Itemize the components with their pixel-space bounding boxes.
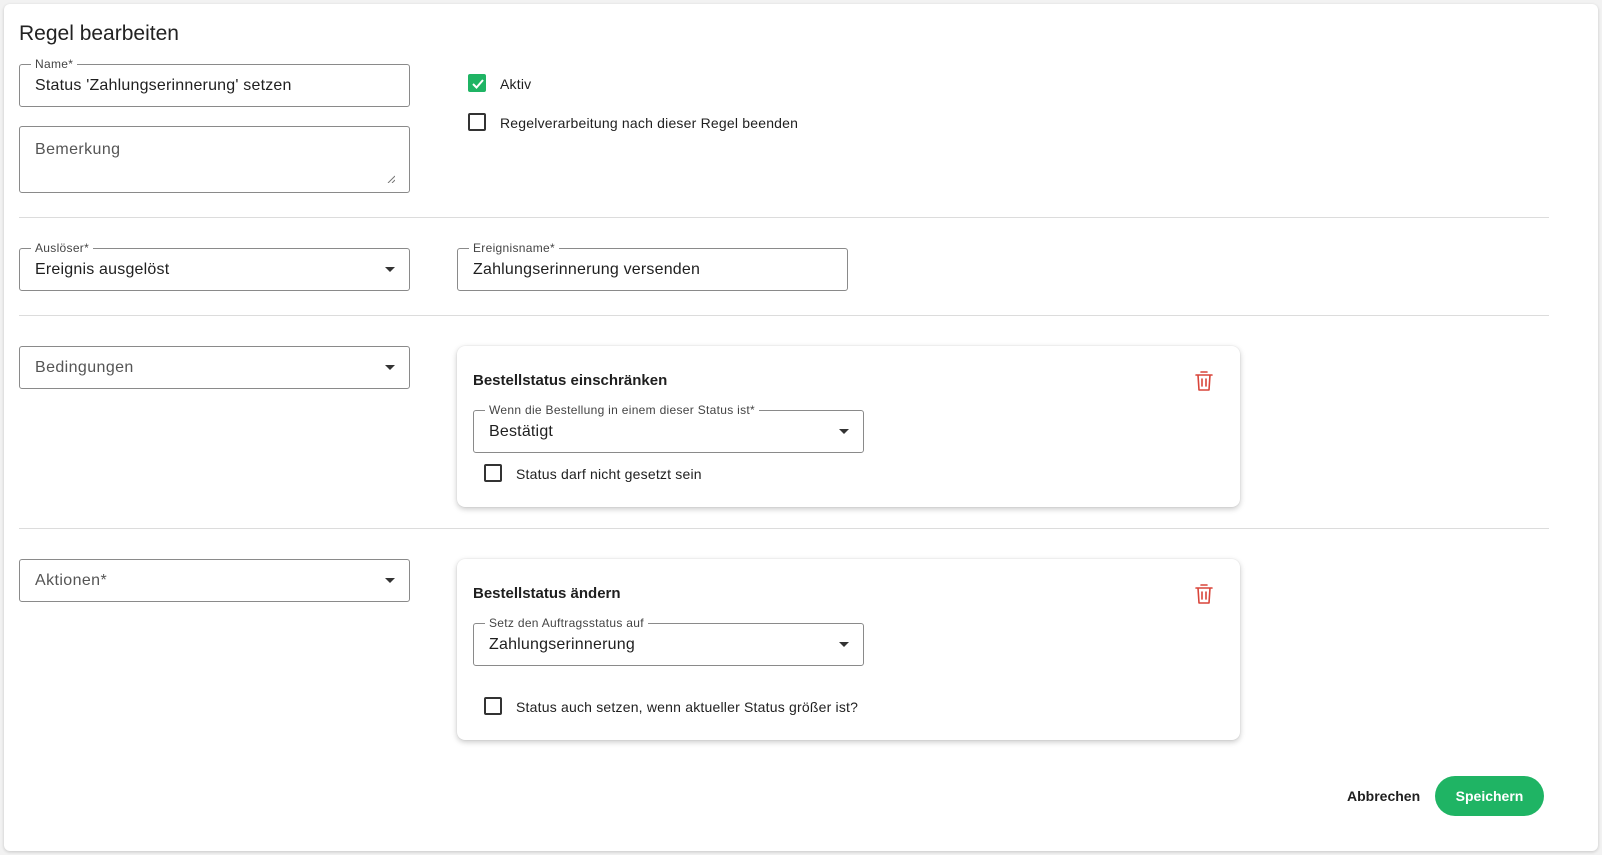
active-label: Aktiv	[500, 76, 532, 92]
trigger-select[interactable]: Auslöser* Ereignis ausgelöst	[19, 241, 410, 291]
trash-icon[interactable]	[1194, 370, 1214, 392]
actions-placeholder: Aktionen*	[35, 571, 108, 589]
name-field[interactable]: Name* Status 'Zahlungserinnerung' setzen	[19, 57, 410, 107]
chevron-down-icon	[385, 266, 395, 272]
condition-status-label: Wenn die Bestellung in einem dieser Stat…	[485, 403, 760, 417]
chevron-down-icon	[839, 428, 849, 434]
chevron-down-icon	[839, 641, 849, 647]
resize-grip-icon[interactable]	[387, 175, 395, 183]
chevron-down-icon	[385, 577, 395, 583]
dialog-title: Regel bearbeiten	[19, 22, 179, 45]
force-status-label: Status auch setzen, wenn aktueller Statu…	[516, 699, 859, 715]
stop-processing-checkbox[interactable]	[468, 113, 486, 131]
negate-status-label: Status darf nicht gesetzt sein	[516, 466, 702, 482]
conditions-select[interactable]: Bedingungen	[19, 346, 410, 389]
action-status-select[interactable]: Setz den Auftragsstatus auf Zahlungserin…	[473, 616, 864, 666]
condition-card-order-status: Bestellstatus einschränken Wenn die Best…	[457, 346, 1240, 507]
event-name-label: Ereignisname*	[469, 241, 559, 255]
edit-rule-dialog: Regel bearbeiten Name* Status 'Zahlungse…	[4, 4, 1598, 851]
event-name-value: Zahlungserinnerung versenden	[473, 260, 701, 278]
active-checkbox[interactable]	[468, 74, 486, 92]
event-name-field[interactable]: Ereignisname* Zahlungserinnerung versend…	[457, 241, 848, 291]
divider	[19, 528, 1549, 529]
actions-select[interactable]: Aktionen*	[19, 559, 410, 602]
checkmark-icon	[472, 79, 484, 89]
stop-processing-label: Regelverarbeitung nach dieser Regel been…	[500, 115, 799, 131]
condition-card-title: Bestellstatus einschränken	[473, 372, 668, 389]
action-card-change-status: Bestellstatus ändern Setz den Auftragsst…	[457, 559, 1240, 740]
remark-placeholder: Bemerkung	[35, 141, 121, 158]
remark-textarea[interactable]: Bemerkung	[19, 126, 410, 193]
divider	[19, 217, 1549, 218]
conditions-placeholder: Bedingungen	[35, 358, 134, 376]
trigger-select-value: Ereignis ausgelöst	[35, 260, 170, 278]
action-status-value: Zahlungserinnerung	[489, 635, 635, 653]
chevron-down-icon	[385, 364, 395, 370]
action-status-label: Setz den Auftragsstatus auf	[485, 616, 648, 630]
cancel-button[interactable]: Abbrechen	[1347, 788, 1420, 804]
name-field-label: Name*	[31, 57, 78, 71]
negate-status-checkbox[interactable]	[484, 464, 502, 482]
divider	[19, 315, 1549, 316]
save-button[interactable]: Speichern	[1435, 776, 1544, 816]
trigger-select-label: Auslöser*	[31, 241, 94, 255]
force-status-checkbox[interactable]	[484, 697, 502, 715]
name-field-value: Status 'Zahlungserinnerung' setzen	[35, 76, 292, 94]
trash-icon[interactable]	[1194, 583, 1214, 605]
condition-status-select[interactable]: Wenn die Bestellung in einem dieser Stat…	[473, 403, 864, 453]
action-card-title: Bestellstatus ändern	[473, 585, 621, 602]
condition-status-value: Bestätigt	[489, 422, 554, 440]
